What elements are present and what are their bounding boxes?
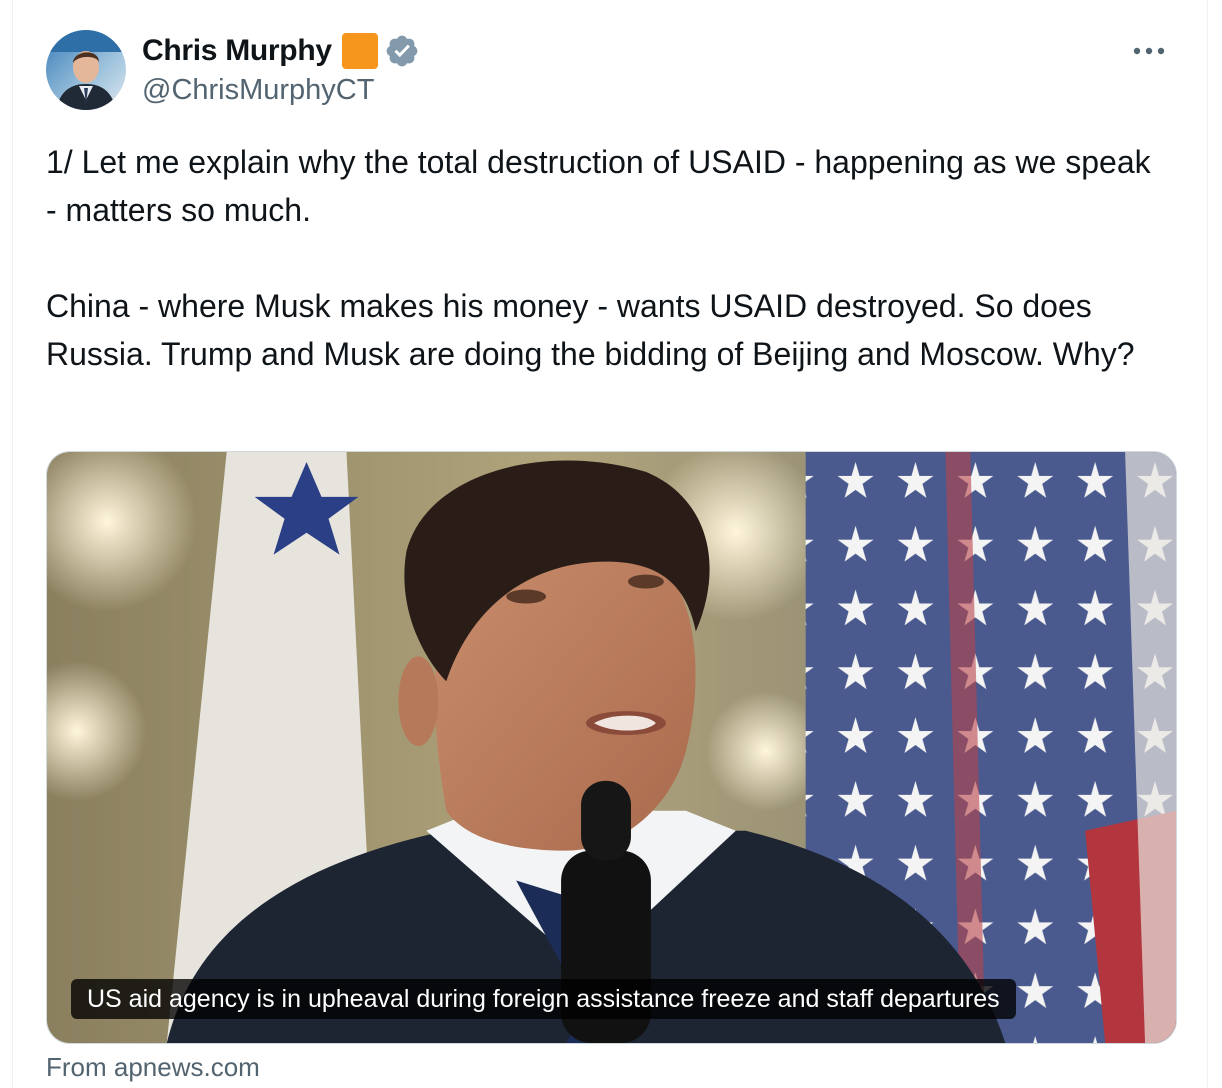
- tweet-card: Chris Murphy @ChrisMurphyCT 1/ Let me ex…: [12, 0, 1208, 1088]
- affiliation-badge-icon[interactable]: [341, 33, 378, 69]
- link-source[interactable]: From apnews.com: [46, 1052, 260, 1083]
- display-name-row: Chris Murphy: [142, 32, 420, 70]
- author-handle[interactable]: @ChrisMurphyCT: [142, 74, 420, 107]
- avatar-photo: [46, 30, 126, 110]
- link-card-caption: US aid agency is in upheaval during fore…: [71, 979, 1016, 1019]
- link-card[interactable]: US aid agency is in upheaval during fore…: [46, 451, 1177, 1044]
- link-card-photo: [47, 452, 1176, 1043]
- tweet-text: 1/ Let me explain why the total destruct…: [46, 144, 1151, 372]
- more-options-icon: [1133, 47, 1165, 55]
- display-name[interactable]: Chris Murphy: [142, 34, 332, 68]
- verified-badge-icon[interactable]: [384, 33, 420, 69]
- tweet-header: Chris Murphy @ChrisMurphyCT: [46, 30, 1179, 110]
- avatar[interactable]: [46, 30, 126, 110]
- more-options-button[interactable]: [1127, 36, 1171, 66]
- author-names: Chris Murphy @ChrisMurphyCT: [142, 32, 420, 107]
